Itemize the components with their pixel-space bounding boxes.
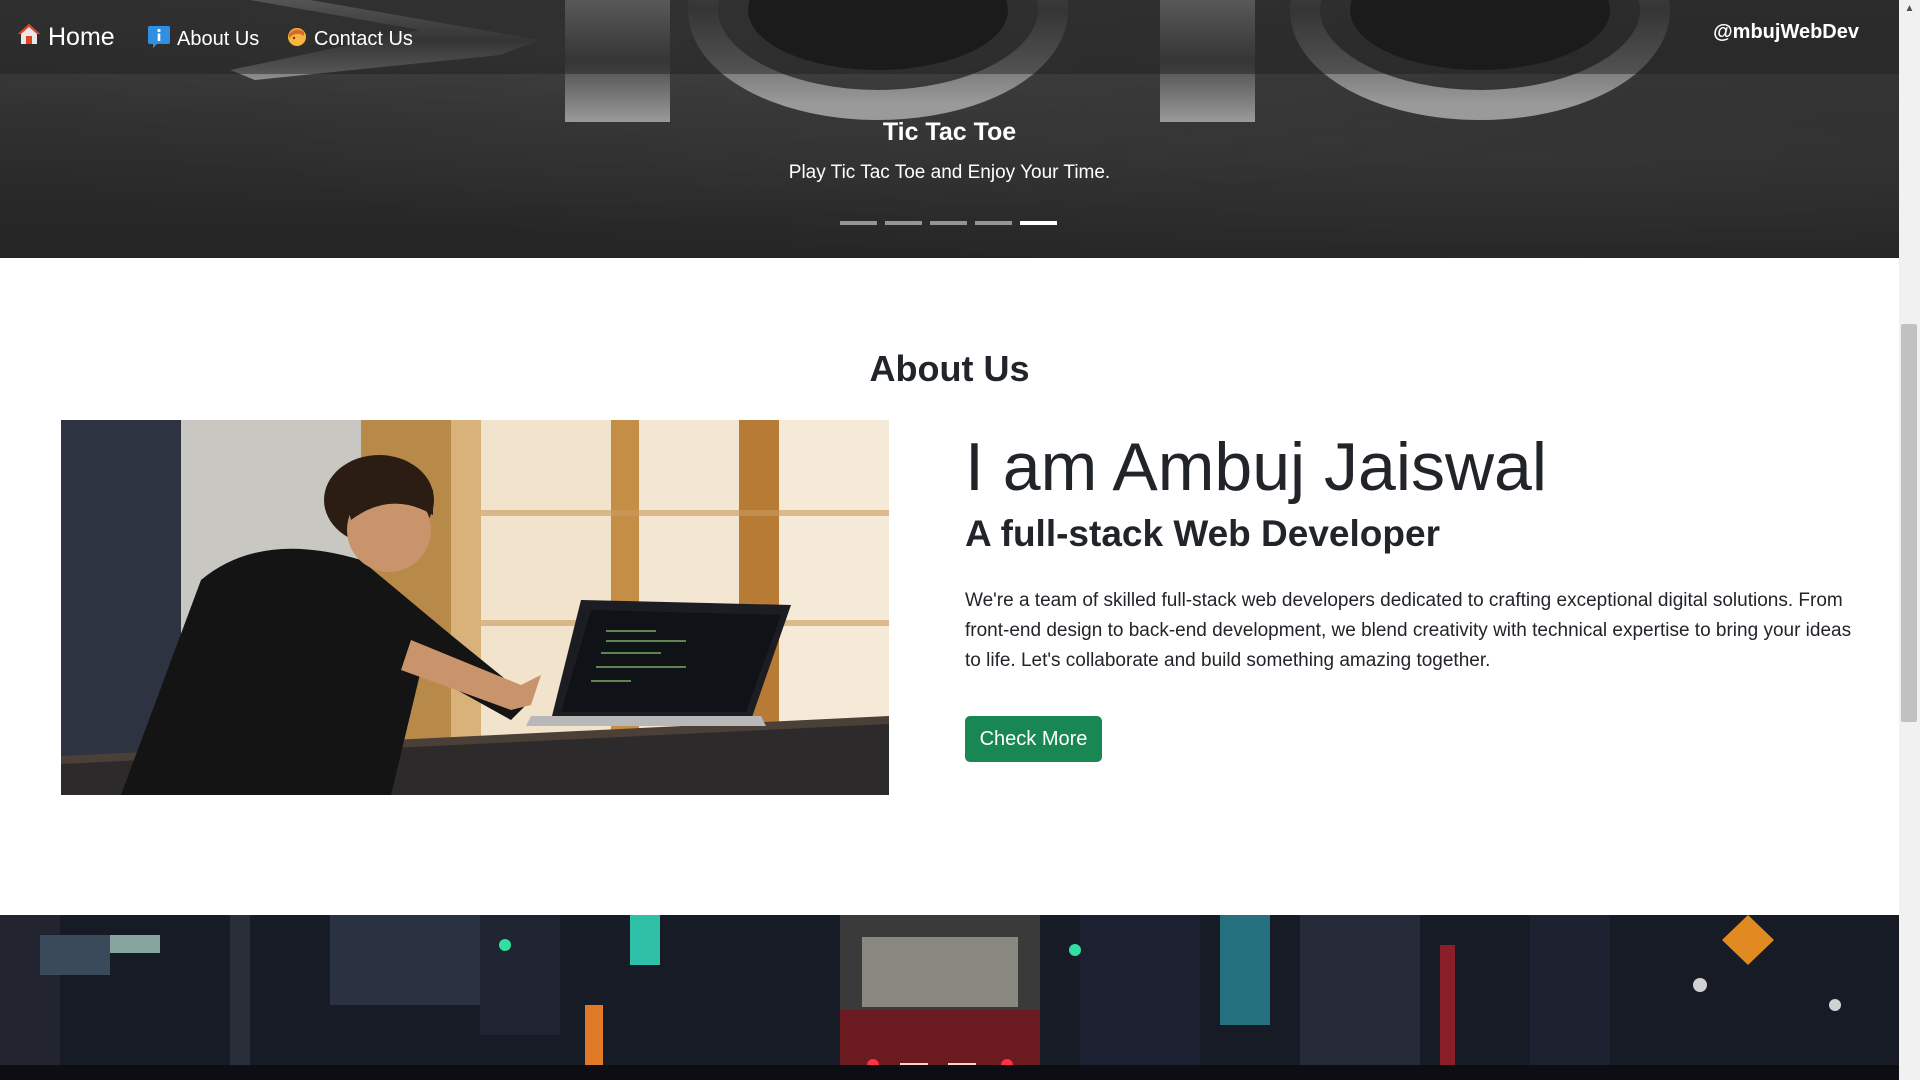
carousel-indicators: [840, 221, 1057, 225]
about-text-block: I am Ambuj Jaiswal A full-stack Web Deve…: [965, 425, 1865, 695]
carousel-indicator-2[interactable]: [885, 221, 922, 225]
scroll-area: Home About Us Contact Us @mbujWebDev Tic…: [0, 0, 1899, 1080]
page: Home About Us Contact Us @mbujWebDev Tic…: [0, 0, 1920, 1080]
carousel-indicator-3[interactable]: [930, 221, 967, 225]
city-night-banner: [0, 915, 1899, 1080]
nav-about-link[interactable]: About Us: [147, 24, 259, 54]
carousel-caption-title: Tic Tac Toe: [882, 118, 1017, 146]
nav-home-label: Home: [48, 23, 115, 51]
navbar: Home About Us Contact Us @mbujWebDev: [0, 0, 1899, 74]
nav-about-label: About Us: [177, 27, 260, 50]
page-scrollbar[interactable]: ▲: [1899, 0, 1920, 1080]
intro-name: I am Ambuj Jaiswal: [965, 429, 1547, 505]
carousel-indicator-1[interactable]: [840, 221, 877, 225]
carousel-indicator-4[interactable]: [975, 221, 1012, 225]
scrollbar-thumb[interactable]: [1901, 324, 1917, 722]
brand-handle[interactable]: @mbujWebDev: [1713, 21, 1859, 44]
info-icon: [147, 24, 171, 54]
check-more-button[interactable]: Check More: [965, 716, 1102, 762]
intro-role: A full-stack Web Developer: [965, 513, 1440, 554]
about-section-heading: About Us: [869, 347, 1030, 389]
nav-home-link[interactable]: Home: [16, 22, 115, 53]
nav-contact-label: Contact Us: [314, 27, 413, 50]
carousel-indicator-5[interactable]: [1020, 221, 1057, 225]
house-icon: [16, 22, 42, 53]
scroll-up-arrow-icon[interactable]: ▲: [1899, 0, 1920, 17]
nav-contact-link[interactable]: Contact Us: [284, 24, 413, 54]
hero-carousel: Home About Us Contact Us @mbujWebDev Tic…: [0, 0, 1899, 258]
carousel-caption-subtitle: Play Tic Tac Toe and Enjoy Your Time.: [788, 162, 1111, 183]
intro-description: We're a team of skilled full-stack web d…: [965, 590, 1852, 671]
developer-photo: [61, 420, 889, 795]
person-icon: [284, 24, 308, 54]
